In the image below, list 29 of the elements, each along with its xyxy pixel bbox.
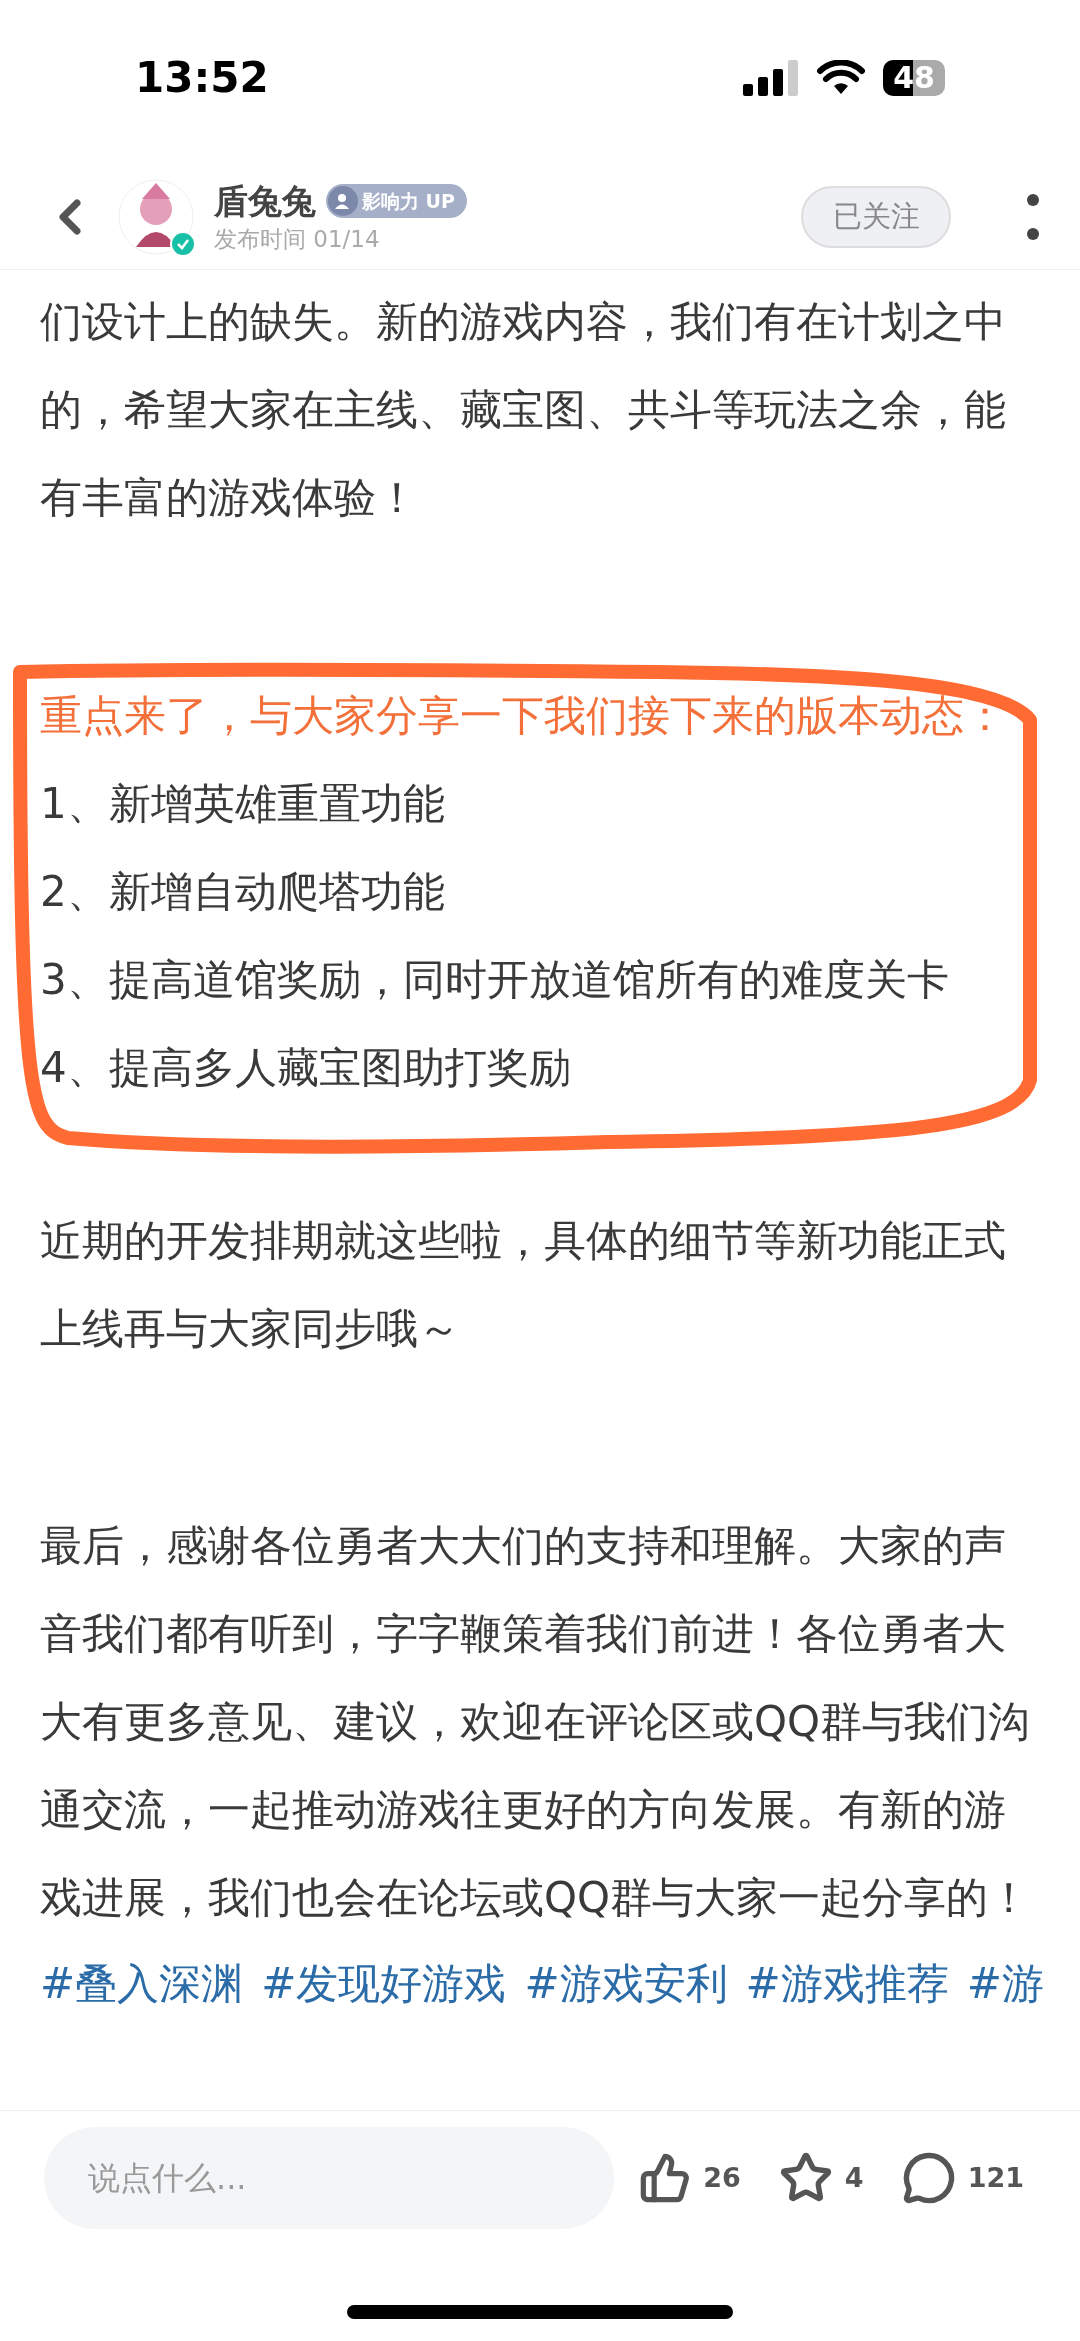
feature-list-item: 2、新增自动爬塔功能 [40,866,446,918]
hashtag-link[interactable]: #发现好游戏 [261,1954,507,2014]
signal-icon [743,59,800,96]
more-icon[interactable] [1026,192,1040,242]
hashtag-link[interactable]: #叠入深渊 [40,1954,244,2014]
follow-button[interactable]: 已关注 [801,186,951,248]
feature-list-item: 4、提高多人藏宝图助打奖励 [40,1042,572,1094]
hashtag-link[interactable]: #游 [966,1954,1044,2014]
influence-badge: 影响力 UP [326,184,467,218]
user-icon [328,186,358,216]
article-paragraph: 们设计上的缺失。新的游戏内容，我们有在计划之中的，希望大家在主线、藏宝图、共斗等玩法之余，能有丰富的游戏体验！ [40,296,1007,524]
like-icon[interactable] [639,2152,692,2204]
highlight-heading: 重点来了，与大家分享一下我们接下来的版本动态： [40,690,1007,742]
comment-count: 121 [967,2160,1024,2195]
wifi-icon [817,59,866,96]
author-name[interactable]: 盾兔兔 [214,179,316,223]
like-count: 26 [703,2160,741,2195]
comment-field[interactable]: 说点什么... [44,2127,614,2229]
hashtag-link[interactable]: #游戏安利 [524,1954,728,2014]
feature-list-item: 3、提高道馆奖励，同时开放道馆所有的难度关卡 [40,954,950,1006]
favorite-count: 4 [844,2160,864,2195]
status-time: 13:52 [135,52,269,104]
article-paragraph: 近期的开发排期就这些啦，具体的细节等新功能正式上线再与大家同步哦～ [40,1215,1007,1355]
article-paragraph: 最后，感谢各位勇者大大们的支持和理解。大家的声音我们都有听到，字字鞭策着我们前进！各位勇者大大有更多意见、建议，欢迎在评论区或QQ群与我们沟通交流，一起推动游戏往更好的方向发展。有新的游戏进展，我们也会在论坛或QQ群与大家一起分享的！ [40,1520,1032,1924]
hashtag-link[interactable]: #游戏推荐 [745,1954,949,2014]
feature-list-item: 1、新增英雄重置功能 [40,778,446,830]
publish-time: 发布时间 01/14 [214,225,381,254]
avatar[interactable] [118,179,194,255]
comment-icon[interactable] [901,2151,956,2205]
